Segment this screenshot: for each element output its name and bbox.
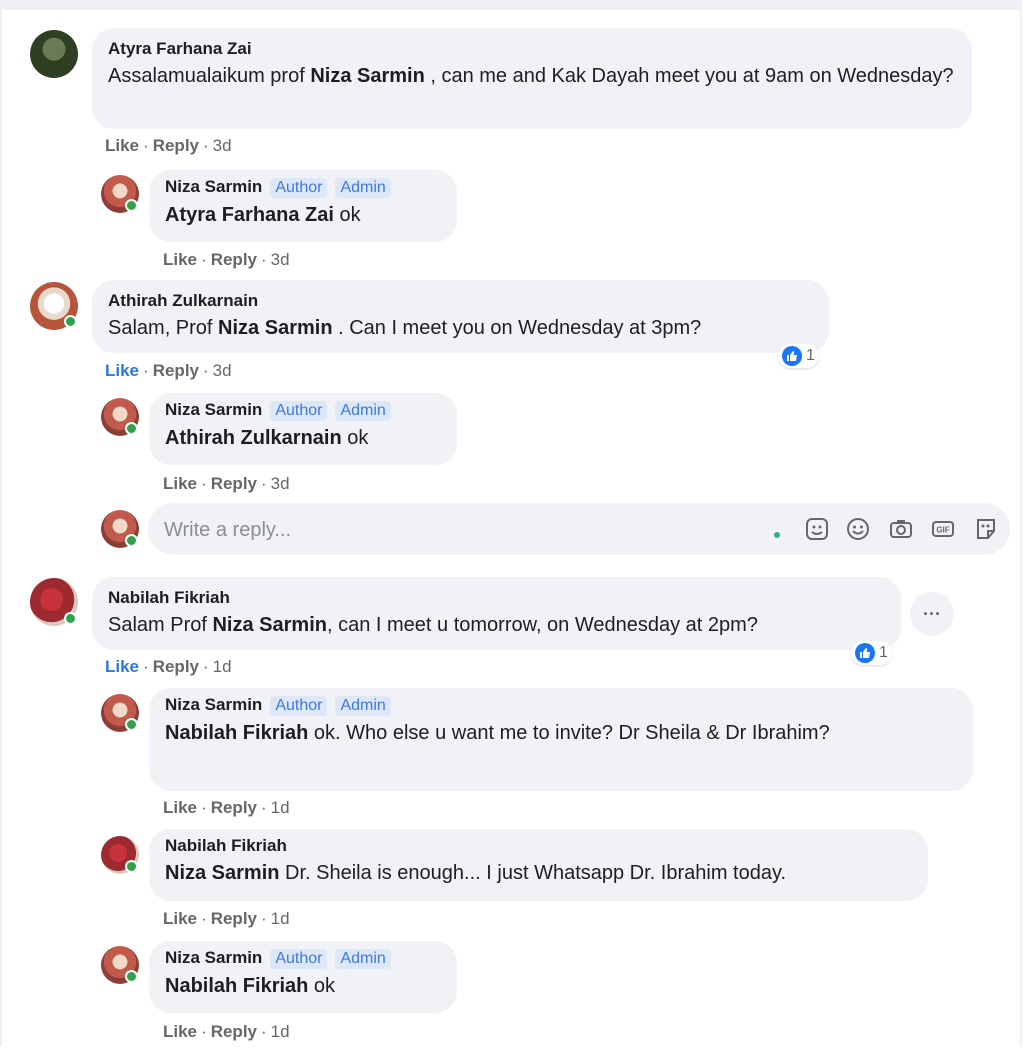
camera-icon[interactable] [888, 516, 914, 542]
avatar[interactable] [30, 30, 78, 78]
reply-author[interactable]: Niza Sarmin [165, 948, 262, 967]
like-link[interactable]: Like [105, 657, 139, 676]
online-indicator [125, 422, 138, 435]
timestamp[interactable]: 1d [213, 657, 232, 676]
admin-badge: Admin [335, 696, 391, 716]
svg-text:GIF: GIF [936, 526, 949, 535]
timestamp[interactable]: 1d [271, 909, 290, 928]
online-indicator [125, 534, 138, 547]
gif-icon[interactable]: GIF [930, 516, 956, 542]
thumbs-up-icon [782, 346, 802, 366]
timestamp[interactable]: 3d [213, 136, 232, 155]
reaction-count: 1 [806, 347, 815, 364]
reaction-summary[interactable]: 1 [851, 641, 892, 665]
comment-bubble: Atyra Farhana Zai Assalamualaikum prof N… [92, 28, 972, 129]
like-link[interactable]: Like [163, 909, 197, 928]
comment-text: Salam, Prof Niza Sarmin . Can I meet you… [108, 317, 702, 339]
reply-author[interactable]: Nabilah Fikriah [165, 836, 287, 855]
author-badge: Author [270, 949, 328, 969]
reply-bubble: Niza Sarmin Author Admin Atyra Farhana Zai… [149, 170, 457, 242]
like-link[interactable]: Like [105, 136, 139, 155]
reply-link[interactable]: Reply [211, 798, 257, 817]
reply-link[interactable]: Reply [153, 657, 199, 676]
like-link[interactable]: Like [163, 250, 197, 269]
more-options-button[interactable]: ··· [910, 592, 954, 636]
like-link[interactable]: Like [163, 798, 197, 817]
timestamp[interactable]: 1d [271, 798, 290, 817]
admin-badge: Admin [335, 178, 391, 198]
comment-actions: Like · Reply · 3d [105, 361, 232, 380]
online-indicator [125, 970, 138, 983]
reply-text: Niza Sarmin Dr. Sheila is enough... I ju… [165, 862, 787, 884]
reply-actions: Like · Reply · 1d [163, 798, 290, 817]
author-badge: Author [270, 696, 328, 716]
online-indicator [64, 612, 77, 625]
author-badge: Author [270, 178, 328, 198]
online-indicator [125, 199, 138, 212]
typing-indicator [774, 532, 780, 538]
reply-composer: GIF [148, 503, 1010, 557]
reply-author[interactable]: Niza Sarmin [165, 177, 262, 196]
reply-actions: Like · Reply · 3d [163, 250, 290, 269]
author-badge: Author [270, 401, 328, 421]
reply-link[interactable]: Reply [211, 250, 257, 269]
online-indicator [125, 860, 138, 873]
online-indicator [125, 718, 138, 731]
comment-actions: Like · Reply · 1d [105, 657, 232, 676]
comment-author[interactable]: Athirah Zulkarnain [108, 291, 258, 310]
timestamp[interactable]: 3d [271, 250, 290, 269]
reply-link[interactable]: Reply [211, 474, 257, 493]
mention-link[interactable]: Nabilah Fikriah [165, 975, 308, 997]
mention-link[interactable]: Niza Sarmin [165, 862, 279, 884]
reply-author[interactable]: Niza Sarmin [165, 400, 262, 419]
sticker-icon[interactable] [973, 516, 999, 542]
mention-link[interactable]: Athirah Zulkarnain [165, 427, 342, 449]
online-indicator [64, 315, 77, 328]
reply-bubble: Niza Sarmin Author Admin Athirah Zulkarnai… [149, 393, 457, 465]
reaction-count: 1 [879, 644, 888, 661]
mention-link[interactable]: Atyra Farhana Zai [165, 204, 334, 226]
timestamp[interactable]: 3d [271, 474, 290, 493]
reply-link[interactable]: Reply [153, 136, 199, 155]
comment-author[interactable]: Nabilah Fikriah [108, 588, 230, 607]
reply-bubble: Niza Sarmin Author Admin Nabilah Fikriah o… [149, 941, 457, 1013]
mention-link[interactable]: Niza Sarmin [218, 317, 332, 339]
like-link[interactable]: Like [163, 1022, 197, 1041]
reply-bubble: Niza Sarmin Author Admin Nabilah Fikriah o… [149, 688, 973, 791]
timestamp[interactable]: 1d [271, 1022, 290, 1041]
reply-author[interactable]: Niza Sarmin [165, 695, 262, 714]
comment-bubble: Athirah Zulkarnain Salam, Prof Niza Sarm… [92, 280, 829, 353]
avatar-sticker-icon[interactable] [804, 516, 830, 542]
reply-text: Atyra Farhana Zai ok [165, 204, 361, 226]
comment-text: Assalamualaikum prof Niza Sarmin , can m… [108, 65, 954, 87]
reply-actions: Like · Reply · 3d [163, 474, 290, 493]
emoji-icon[interactable] [845, 516, 871, 542]
reply-text: Nabilah Fikriah ok. Who else u want me t… [165, 722, 830, 744]
like-link[interactable]: Like [163, 474, 197, 493]
reply-bubble: Nabilah Fikriah Niza Sarmin Dr. Sheila i… [149, 829, 928, 901]
comment-actions: Like · Reply · 3d [105, 136, 232, 155]
like-link[interactable]: Like [105, 361, 139, 380]
mention-link[interactable]: Niza Sarmin [310, 65, 424, 87]
comment-bubble: Nabilah Fikriah Salam Prof Niza Sarmin, … [92, 577, 901, 650]
reply-input[interactable] [162, 503, 746, 557]
timestamp[interactable]: 3d [213, 361, 232, 380]
comment-text: Salam Prof Niza Sarmin, can I meet u tom… [108, 614, 758, 636]
mention-link[interactable]: Niza Sarmin [212, 614, 326, 636]
reaction-summary[interactable]: 1 [778, 344, 819, 368]
thumbs-up-icon [855, 643, 875, 663]
reply-link[interactable]: Reply [211, 909, 257, 928]
reply-actions: Like · Reply · 1d [163, 909, 290, 928]
reply-text: Athirah Zulkarnain ok [165, 427, 369, 449]
comment-author[interactable]: Atyra Farhana Zai [108, 39, 252, 58]
admin-badge: Admin [335, 949, 391, 969]
reply-link[interactable]: Reply [153, 361, 199, 380]
mention-link[interactable]: Nabilah Fikriah [165, 722, 308, 744]
reply-link[interactable]: Reply [211, 1022, 257, 1041]
admin-badge: Admin [335, 401, 391, 421]
reply-actions: Like · Reply · 1d [163, 1022, 290, 1041]
reply-text: Nabilah Fikriah ok [165, 975, 336, 997]
